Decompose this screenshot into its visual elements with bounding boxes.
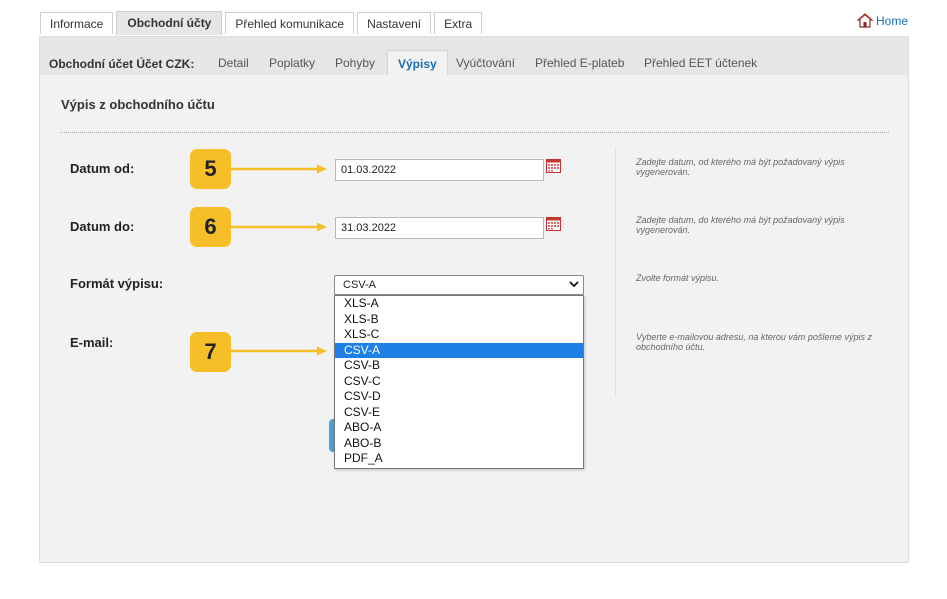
email-help: Vyberte e-mailovou adresu, na kterou vám… xyxy=(636,332,872,352)
step-badge-6: 6 xyxy=(190,207,231,247)
calendar-icon[interactable] xyxy=(546,217,561,231)
home-link[interactable]: Home xyxy=(857,13,908,28)
home-label: Home xyxy=(876,14,909,28)
subtab-poplatky[interactable]: Poplatky xyxy=(269,56,315,70)
format-select[interactable]: CSV-A xyxy=(334,275,584,295)
tab-informace[interactable]: Informace xyxy=(40,12,114,34)
tab-extra[interactable]: Extra xyxy=(434,12,483,34)
help-column-divider xyxy=(615,147,616,397)
format-option-selected[interactable]: CSV-A xyxy=(335,342,583,358)
arrow-icon xyxy=(231,164,327,174)
arrow-icon xyxy=(231,346,327,356)
date-to-input[interactable]: 31.03.2022 xyxy=(335,217,544,239)
divider xyxy=(60,132,889,133)
tab-obchodni-ucty[interactable]: Obchodní účty xyxy=(116,11,223,35)
tab-nastaveni[interactable]: Nastavení xyxy=(357,12,432,34)
arrow-icon xyxy=(231,222,327,232)
format-option[interactable]: CSV-D xyxy=(335,389,583,405)
chevron-down-icon xyxy=(569,281,579,288)
subtab-detail[interactable]: Detail xyxy=(218,56,249,70)
format-option[interactable]: ABO-A xyxy=(335,420,583,436)
main-panel: Obchodní účet Účet CZK: Detail Poplatky … xyxy=(39,36,909,563)
format-option[interactable]: PDF_A xyxy=(335,451,583,467)
date-to-label: Datum do: xyxy=(70,219,135,234)
tab-prehled-komunikace[interactable]: Přehled komunikace xyxy=(225,12,355,34)
account-label: Obchodní účet Účet CZK: xyxy=(49,57,195,71)
date-from-label: Datum od: xyxy=(70,161,135,176)
format-label: Formát výpisu: xyxy=(70,276,164,291)
format-option[interactable]: CSV-C xyxy=(335,374,583,390)
step-badge-7: 7 xyxy=(190,332,231,372)
top-tab-bar: Informace Obchodní účty Přehled komunika… xyxy=(40,11,483,35)
format-dropdown-list: XLS-A XLS-B XLS-C CSV-A CSV-B CSV-C CSV-… xyxy=(334,295,584,469)
email-label: E-mail: xyxy=(70,335,114,350)
date-from-help: Zadejte datum, od kterého má být požadov… xyxy=(636,157,845,177)
format-option[interactable]: XLS-A xyxy=(335,296,583,312)
sub-nav: Obchodní účet Účet CZK: Detail Poplatky … xyxy=(40,37,908,75)
subtab-vyuctovani[interactable]: Vyúčtování xyxy=(456,56,515,70)
step-badge-5: 5 xyxy=(190,149,231,189)
format-option[interactable]: ABO-B xyxy=(335,436,583,452)
format-option[interactable]: CSV-B xyxy=(335,358,583,374)
format-option[interactable]: XLS-B xyxy=(335,312,583,328)
section-title: Výpis z obchodního účtu xyxy=(61,97,215,112)
format-help: Zvolte formát výpisu. xyxy=(636,273,720,283)
format-option[interactable]: XLS-C xyxy=(335,327,583,343)
subtab-prehled-eet[interactable]: Přehled EET účtenek xyxy=(644,56,757,70)
home-icon xyxy=(857,13,873,28)
subtab-vypisy[interactable]: Výpisy xyxy=(387,50,448,75)
format-selected-value: CSV-A xyxy=(343,279,377,291)
date-to-help: Zadejte datum, do kterého má být požadov… xyxy=(636,215,845,235)
subtab-pohyby[interactable]: Pohyby xyxy=(335,56,375,70)
calendar-icon[interactable] xyxy=(546,159,561,173)
date-from-input[interactable]: 01.03.2022 xyxy=(335,159,544,181)
subtab-prehled-e-plateb[interactable]: Přehled E-plateb xyxy=(535,56,624,70)
format-option[interactable]: CSV-E xyxy=(335,405,583,421)
